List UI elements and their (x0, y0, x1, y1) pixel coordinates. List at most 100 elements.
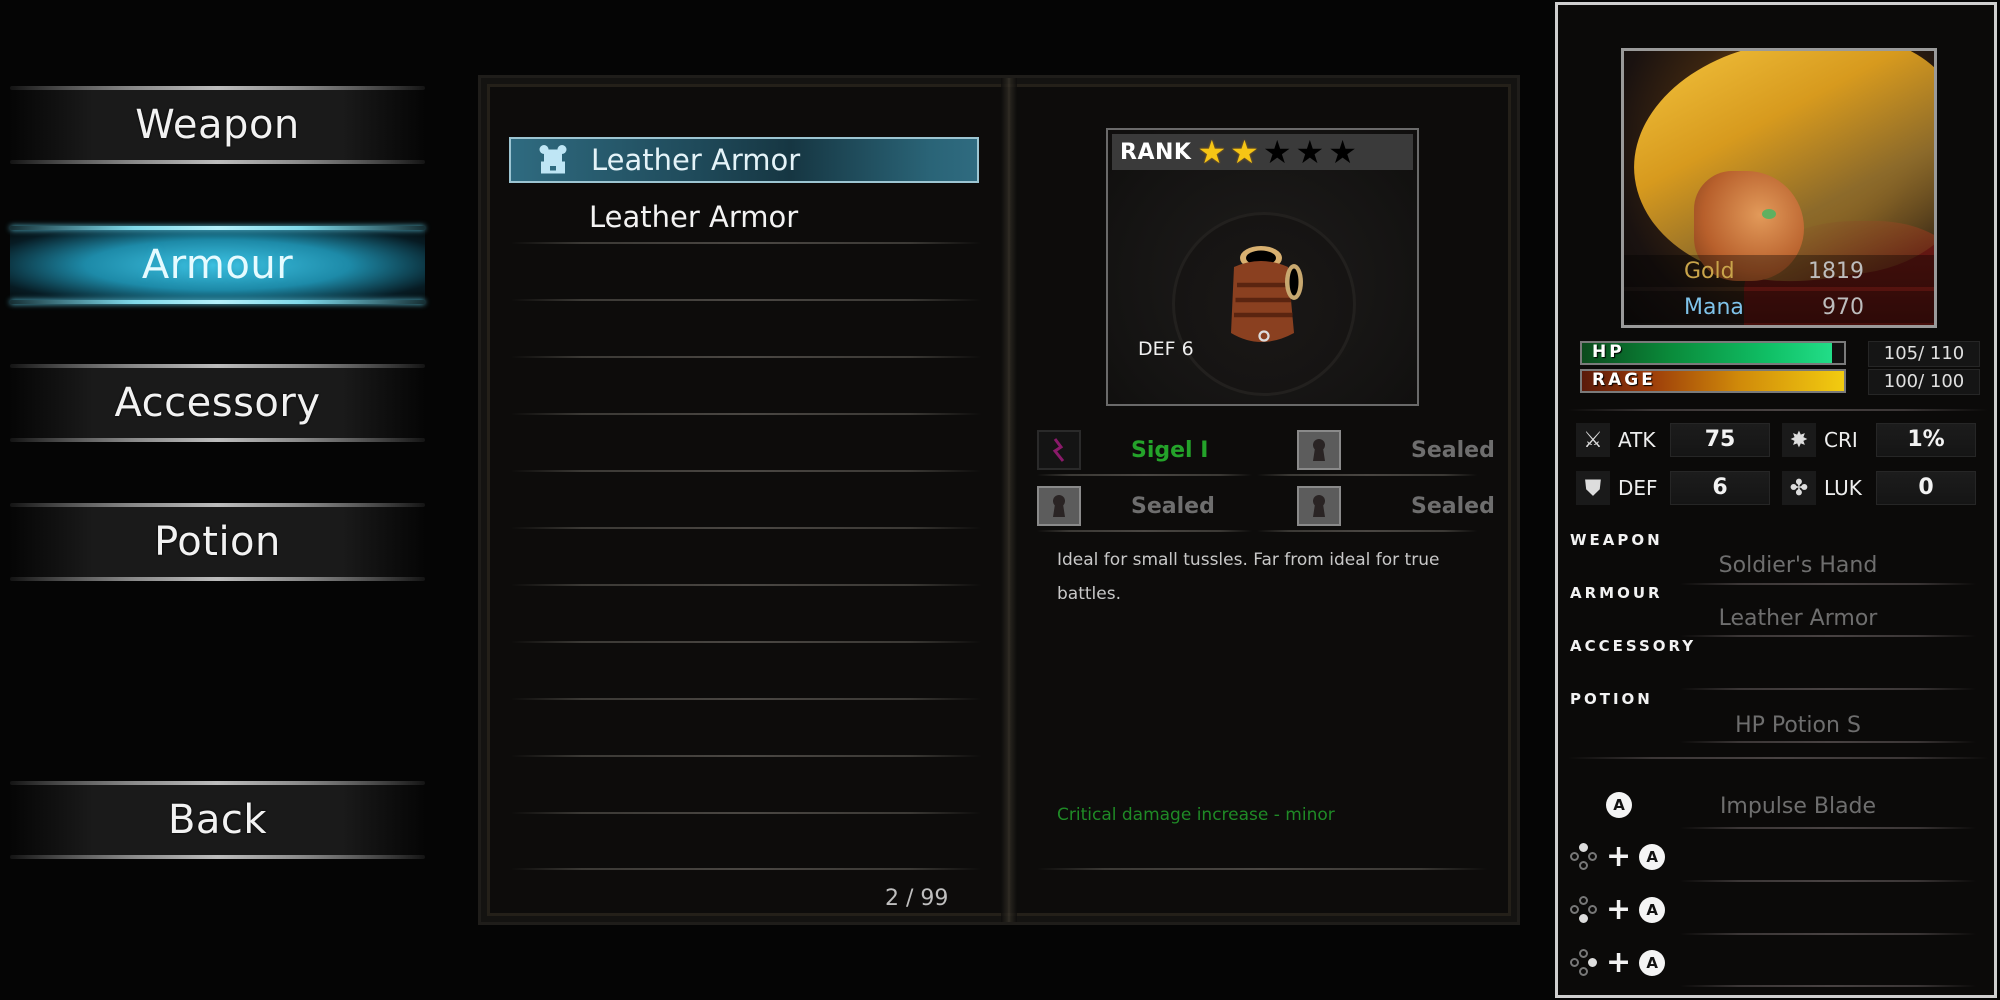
list-separator (511, 641, 981, 643)
clover-icon: ✤ (1782, 471, 1816, 505)
armor-def-icon: ⛊ (1576, 471, 1610, 505)
equip-label-potion: POTION (1570, 690, 1653, 708)
list-separator (511, 584, 981, 586)
stat-value: 6 (1670, 471, 1770, 505)
rune-name: Sealed (1411, 493, 1495, 519)
hp-bar: HP (1580, 341, 1846, 365)
rune-name: Sealed (1411, 437, 1495, 463)
rune-slot[interactable]: Sealed (1297, 486, 1495, 526)
mana-value: 970 (1822, 294, 1864, 320)
rune-slot[interactable]: Sealed (1037, 486, 1215, 526)
star-empty-icon: ★ (1262, 133, 1292, 171)
mana-display: Mana 970 (1624, 291, 1934, 323)
equip-value-armour[interactable]: Leather Armor (1658, 606, 1938, 631)
stat-cri: ✸ CRI 1% (1782, 423, 1976, 457)
back-button[interactable]: Back (10, 781, 425, 859)
menu-item-armour[interactable]: Armour (10, 226, 425, 304)
book-spine-divider (1001, 78, 1017, 922)
list-separator (511, 755, 981, 757)
skill-input-a: A (1606, 792, 1632, 818)
list-item-name: Leather Armor (591, 143, 801, 177)
equip-label-accessory: ACCESSORY (1570, 637, 1697, 655)
equip-separator (1680, 635, 1976, 637)
detail-separator (1037, 868, 1487, 870)
gold-value: 1819 (1808, 258, 1864, 284)
stat-label: DEF (1618, 476, 1658, 500)
stats-separator (1568, 409, 1988, 411)
keyhole-lock-icon (1297, 486, 1341, 526)
menu-item-accessory[interactable]: Accessory (10, 364, 425, 442)
gold-label: Gold (1684, 258, 1735, 284)
gold-display: Gold 1819 (1624, 255, 1934, 287)
keyhole-lock-icon (1037, 486, 1081, 526)
equip-separator (1680, 688, 1976, 690)
list-separator (511, 812, 981, 814)
skill-input-down-a: + A (1570, 892, 1666, 927)
menu-item-weapon[interactable]: Weapon (10, 86, 425, 164)
plus-icon: + (1606, 839, 1632, 874)
equip-separator (1680, 741, 1976, 743)
skill-name[interactable]: Impulse Blade (1658, 794, 1938, 819)
skill-separator (1680, 880, 1976, 882)
dpad-right-icon (1570, 949, 1598, 977)
character-portrait: Gold 1819 Mana 970 (1621, 48, 1937, 328)
list-separator (511, 242, 981, 244)
skill-separator (1680, 827, 1976, 829)
stat-value: 1% (1876, 423, 1976, 457)
equip-separator (1680, 583, 1976, 585)
skill-separator (1680, 933, 1976, 935)
stat-value: 75 (1670, 423, 1770, 457)
stat-def: ⛊ DEF 6 (1576, 471, 1770, 505)
keyhole-lock-icon (1297, 430, 1341, 470)
a-button-icon: A (1639, 844, 1666, 870)
hp-label: HP (1592, 342, 1625, 362)
critical-strike-icon: ✸ (1782, 423, 1816, 457)
equip-value-potion[interactable]: HP Potion S (1658, 713, 1938, 738)
dpad-up-icon (1570, 843, 1598, 871)
portrait-eye (1762, 209, 1776, 219)
stat-value: 0 (1876, 471, 1976, 505)
skill-separator (1680, 985, 1976, 987)
rune-slot[interactable]: Sigel I (1037, 430, 1208, 470)
item-description: Ideal for small tussles. Far from ideal … (1057, 550, 1440, 604)
mana-label: Mana (1684, 294, 1744, 320)
stat-label: LUK (1824, 476, 1862, 500)
plus-icon: + (1606, 892, 1632, 927)
character-status-panel: Gold 1819 Mana 970 HP 105/ 110 RAGE 100/… (1555, 2, 1997, 998)
item-stat: DEF 6 (1138, 338, 1194, 360)
equip-value-weapon[interactable]: Soldier's Hand (1658, 553, 1938, 578)
list-item[interactable]: Leather Armor (509, 137, 979, 183)
menu-item-label: Potion (154, 519, 281, 565)
crossed-swords-icon: ⚔ (1576, 423, 1610, 457)
equip-label-armour: ARMOUR (1570, 584, 1663, 602)
list-separator (511, 413, 981, 415)
rank-stars: ★ ★ ★ ★ ★ (1197, 136, 1360, 168)
rune-separator (1257, 530, 1477, 532)
item-preview: RANK ★ ★ ★ ★ ★ DEF 6 (1106, 128, 1419, 406)
a-button-icon: A (1606, 792, 1632, 818)
skill-input-up-a: + A (1570, 839, 1666, 874)
stat-label: CRI (1824, 428, 1858, 452)
rune-name: Sigel I (1131, 437, 1209, 463)
star-empty-icon: ★ (1328, 133, 1357, 171)
skill-input-right-a: + A (1570, 945, 1666, 980)
plus-icon: + (1606, 945, 1632, 980)
rage-bar: RAGE (1580, 369, 1846, 393)
rune-slot[interactable]: Sealed (1297, 430, 1495, 470)
star-filled-icon: ★ (1197, 133, 1227, 171)
menu-item-label: Accessory (114, 380, 321, 426)
list-separator (511, 698, 981, 700)
stat-luk: ✤ LUK 0 (1782, 471, 1976, 505)
stat-label: ATK (1618, 428, 1656, 452)
back-label: Back (167, 797, 268, 843)
list-separator (511, 527, 981, 529)
menu-item-potion[interactable]: Potion (10, 503, 425, 581)
equip-label-weapon: WEAPON (1570, 531, 1663, 549)
list-separator (511, 356, 981, 358)
menu-item-label: Armour (141, 242, 294, 288)
leather-armor-image (1231, 246, 1303, 342)
list-item[interactable]: Leather Armor (509, 194, 979, 240)
list-item-name: Leather Armor (589, 200, 799, 234)
rune-separator (1257, 474, 1477, 476)
rank-bar: RANK ★ ★ ★ ★ ★ (1112, 134, 1413, 170)
